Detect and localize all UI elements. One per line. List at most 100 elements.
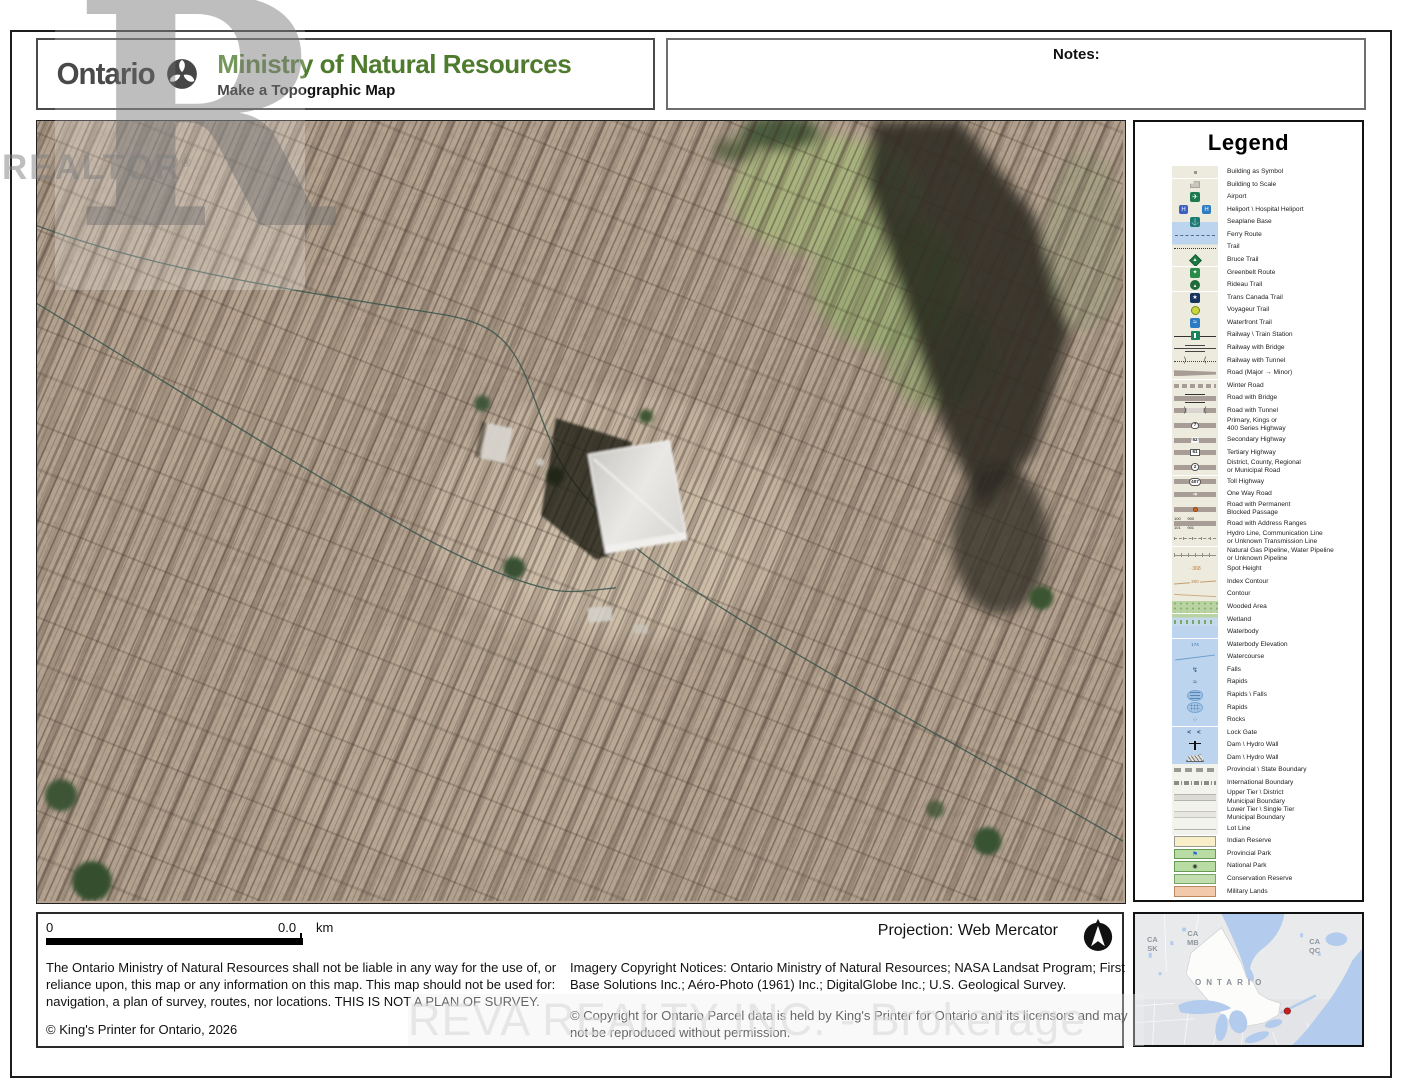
railway-tunnel-icon xyxy=(1172,354,1218,366)
secondary-highway-icon: 52 xyxy=(1172,434,1218,446)
legend-row: Lower Tier \ Single Tier Municipal Bound… xyxy=(1172,806,1360,822)
header: Ontario Ministry of Natural Resources Ma… xyxy=(36,38,655,110)
legend-item-label: International Boundary xyxy=(1218,779,1293,787)
legend-item-label: Ferry Route xyxy=(1218,231,1262,239)
legend-row: Watercourse xyxy=(1172,651,1360,663)
legend-item-label: National Park xyxy=(1218,862,1267,870)
trans-canada-trail-icon xyxy=(1172,292,1218,304)
legend-row: Road with Tunnel xyxy=(1172,405,1360,417)
legend-item-label: Winter Road xyxy=(1218,382,1264,390)
legend-item-label: Seaplane Base xyxy=(1218,218,1272,226)
legend-item-label: Road with Permanent Blocked Passage xyxy=(1218,501,1290,517)
legend-row: 407Toll Highway xyxy=(1172,476,1360,488)
legend-item-label: Trail xyxy=(1218,243,1240,251)
tertiary-highway-icon: 61 xyxy=(1172,446,1218,458)
scale-end-label: 0.0 xyxy=(278,920,296,935)
waterbody-icon xyxy=(1172,626,1218,638)
legend-item-label: Contour xyxy=(1218,590,1250,598)
road-bridge-icon xyxy=(1172,392,1218,404)
voyageur-trail-icon xyxy=(1172,304,1218,316)
scale-unit-label: km xyxy=(316,920,333,935)
legend-item-label: Watercourse xyxy=(1218,653,1264,661)
legend-item-label: Dam \ Hydro Wall xyxy=(1218,741,1278,749)
footer-panel: 0 0.0 km The Ontario Ministry of Natural… xyxy=(36,912,1124,1048)
legend-item-label: Primary, Kings or 400 Series Highway xyxy=(1218,417,1286,433)
national-park-icon xyxy=(1172,860,1218,872)
legend-item-label: Wetland xyxy=(1218,616,1251,624)
legend-panel: Legend Building as SymbolBuilding to Sca… xyxy=(1133,120,1364,902)
legend-row: Dam \ Hydro Wall xyxy=(1172,739,1360,751)
legend-item-label: Lock Gate xyxy=(1218,729,1257,737)
legend-item-label: Road (Major → Minor) xyxy=(1218,369,1292,377)
legend-row: Natural Gas Pipeline, Water Pipeline or … xyxy=(1172,547,1360,563)
page-title: Ministry of Natural Resources xyxy=(217,49,571,80)
legend-item-label: Building as Symbol xyxy=(1218,168,1283,176)
legend-item-label: Rapids \ Falls xyxy=(1218,691,1267,699)
legend-row: Conservation Reserve xyxy=(1172,873,1360,885)
lot-line-icon xyxy=(1172,823,1218,835)
rapids-falls-icon xyxy=(1172,689,1218,701)
legend-row: Building as Symbol xyxy=(1172,166,1360,178)
legend-item-label: Railway \ Train Station xyxy=(1218,331,1293,339)
pipeline-icon xyxy=(1172,547,1218,563)
railway-bridge-icon xyxy=(1172,342,1218,354)
aerial-map-image xyxy=(36,120,1126,904)
legend-item-label: Spot Height xyxy=(1218,565,1261,573)
legend-row: Rapids \ Falls xyxy=(1172,689,1360,701)
rapids-area-icon xyxy=(1172,701,1218,713)
wetland-icon xyxy=(1172,614,1218,626)
legend-item-label: Road with Address Ranges xyxy=(1218,520,1307,528)
legend-row: 2District, County, Regional or Municipal… xyxy=(1172,459,1360,475)
military-lands-icon xyxy=(1172,885,1218,897)
legend-item-label: Trans Canada Trail xyxy=(1218,294,1283,302)
legend-item-label: Military Lands xyxy=(1218,888,1268,896)
legend-item-label: Provincial \ State Boundary xyxy=(1218,766,1307,774)
legend-row: Railway with Bridge xyxy=(1172,342,1360,354)
legend-item-label: Falls xyxy=(1218,666,1241,674)
legend-item-label: Greenbelt Route xyxy=(1218,269,1275,277)
legend-row: Bruce Trail xyxy=(1172,254,1360,266)
notes-label: Notes: xyxy=(1053,46,1100,63)
legend-item-label: Waterbody xyxy=(1218,628,1259,636)
ontario-logo: Ontario xyxy=(54,56,199,92)
legend-row: Lock Gate xyxy=(1172,727,1360,739)
legend-items: Building as Symbol Building to Scale Airpo… xyxy=(1135,166,1360,898)
railway-station-icon xyxy=(1172,329,1218,341)
legend-row: Building to Scale xyxy=(1172,179,1360,191)
ferry-route-icon xyxy=(1172,229,1218,241)
lock-gate-icon xyxy=(1172,727,1218,739)
wooded-area-icon xyxy=(1172,601,1218,613)
legend-row: Rapids xyxy=(1172,676,1360,688)
upper-tier-boundary-icon xyxy=(1172,789,1218,805)
legend-item-label: Toll Highway xyxy=(1218,478,1264,486)
legend-row: Contour xyxy=(1172,588,1360,600)
legend-row: Lot Line xyxy=(1172,823,1360,835)
legend-item-label: Rocks xyxy=(1218,716,1245,724)
legend-item-label: Dam \ Hydro Wall xyxy=(1218,754,1278,762)
legend-row: One Way Road xyxy=(1172,488,1360,500)
legend-item-label: Railway with Tunnel xyxy=(1218,357,1285,365)
legend-row: 300Index Contour xyxy=(1172,576,1360,588)
legend-item-label: Airport xyxy=(1218,193,1246,201)
heliport-icon xyxy=(1172,204,1218,216)
legend-item-label: Bruce Trail xyxy=(1218,256,1259,264)
scale-bar xyxy=(46,938,303,945)
watercourse-icon xyxy=(1172,651,1218,663)
legend-row: Wetland xyxy=(1172,614,1360,626)
legend-row: Road (Major → Minor) xyxy=(1172,367,1360,379)
legend-row: Indian Reserve xyxy=(1172,835,1360,847)
legend-row: Road with Bridge xyxy=(1172,392,1360,404)
index-contour-icon: 300 xyxy=(1172,576,1218,588)
legend-row: Seaplane Base xyxy=(1172,216,1360,228)
rocks-icon xyxy=(1172,714,1218,726)
legend-item-label: Tertiary Highway xyxy=(1218,449,1276,457)
legend-row: Railway with Tunnel xyxy=(1172,354,1360,366)
legend-row: Road with Permanent Blocked Passage xyxy=(1172,501,1360,517)
legend-row: Waterbody xyxy=(1172,626,1360,638)
legend-row: Wooded Area xyxy=(1172,601,1360,613)
imagery-copyright-notices: Imagery Copyright Notices: Ontario Minis… xyxy=(570,960,1130,994)
address-ranges-icon: 100 900101 901 xyxy=(1172,517,1218,529)
legend-item-label: Voyageur Trail xyxy=(1218,306,1269,314)
legend-item-label: Hydro Line, Communication Line or Unknow… xyxy=(1218,530,1323,546)
legend-row: Airport xyxy=(1172,191,1360,203)
